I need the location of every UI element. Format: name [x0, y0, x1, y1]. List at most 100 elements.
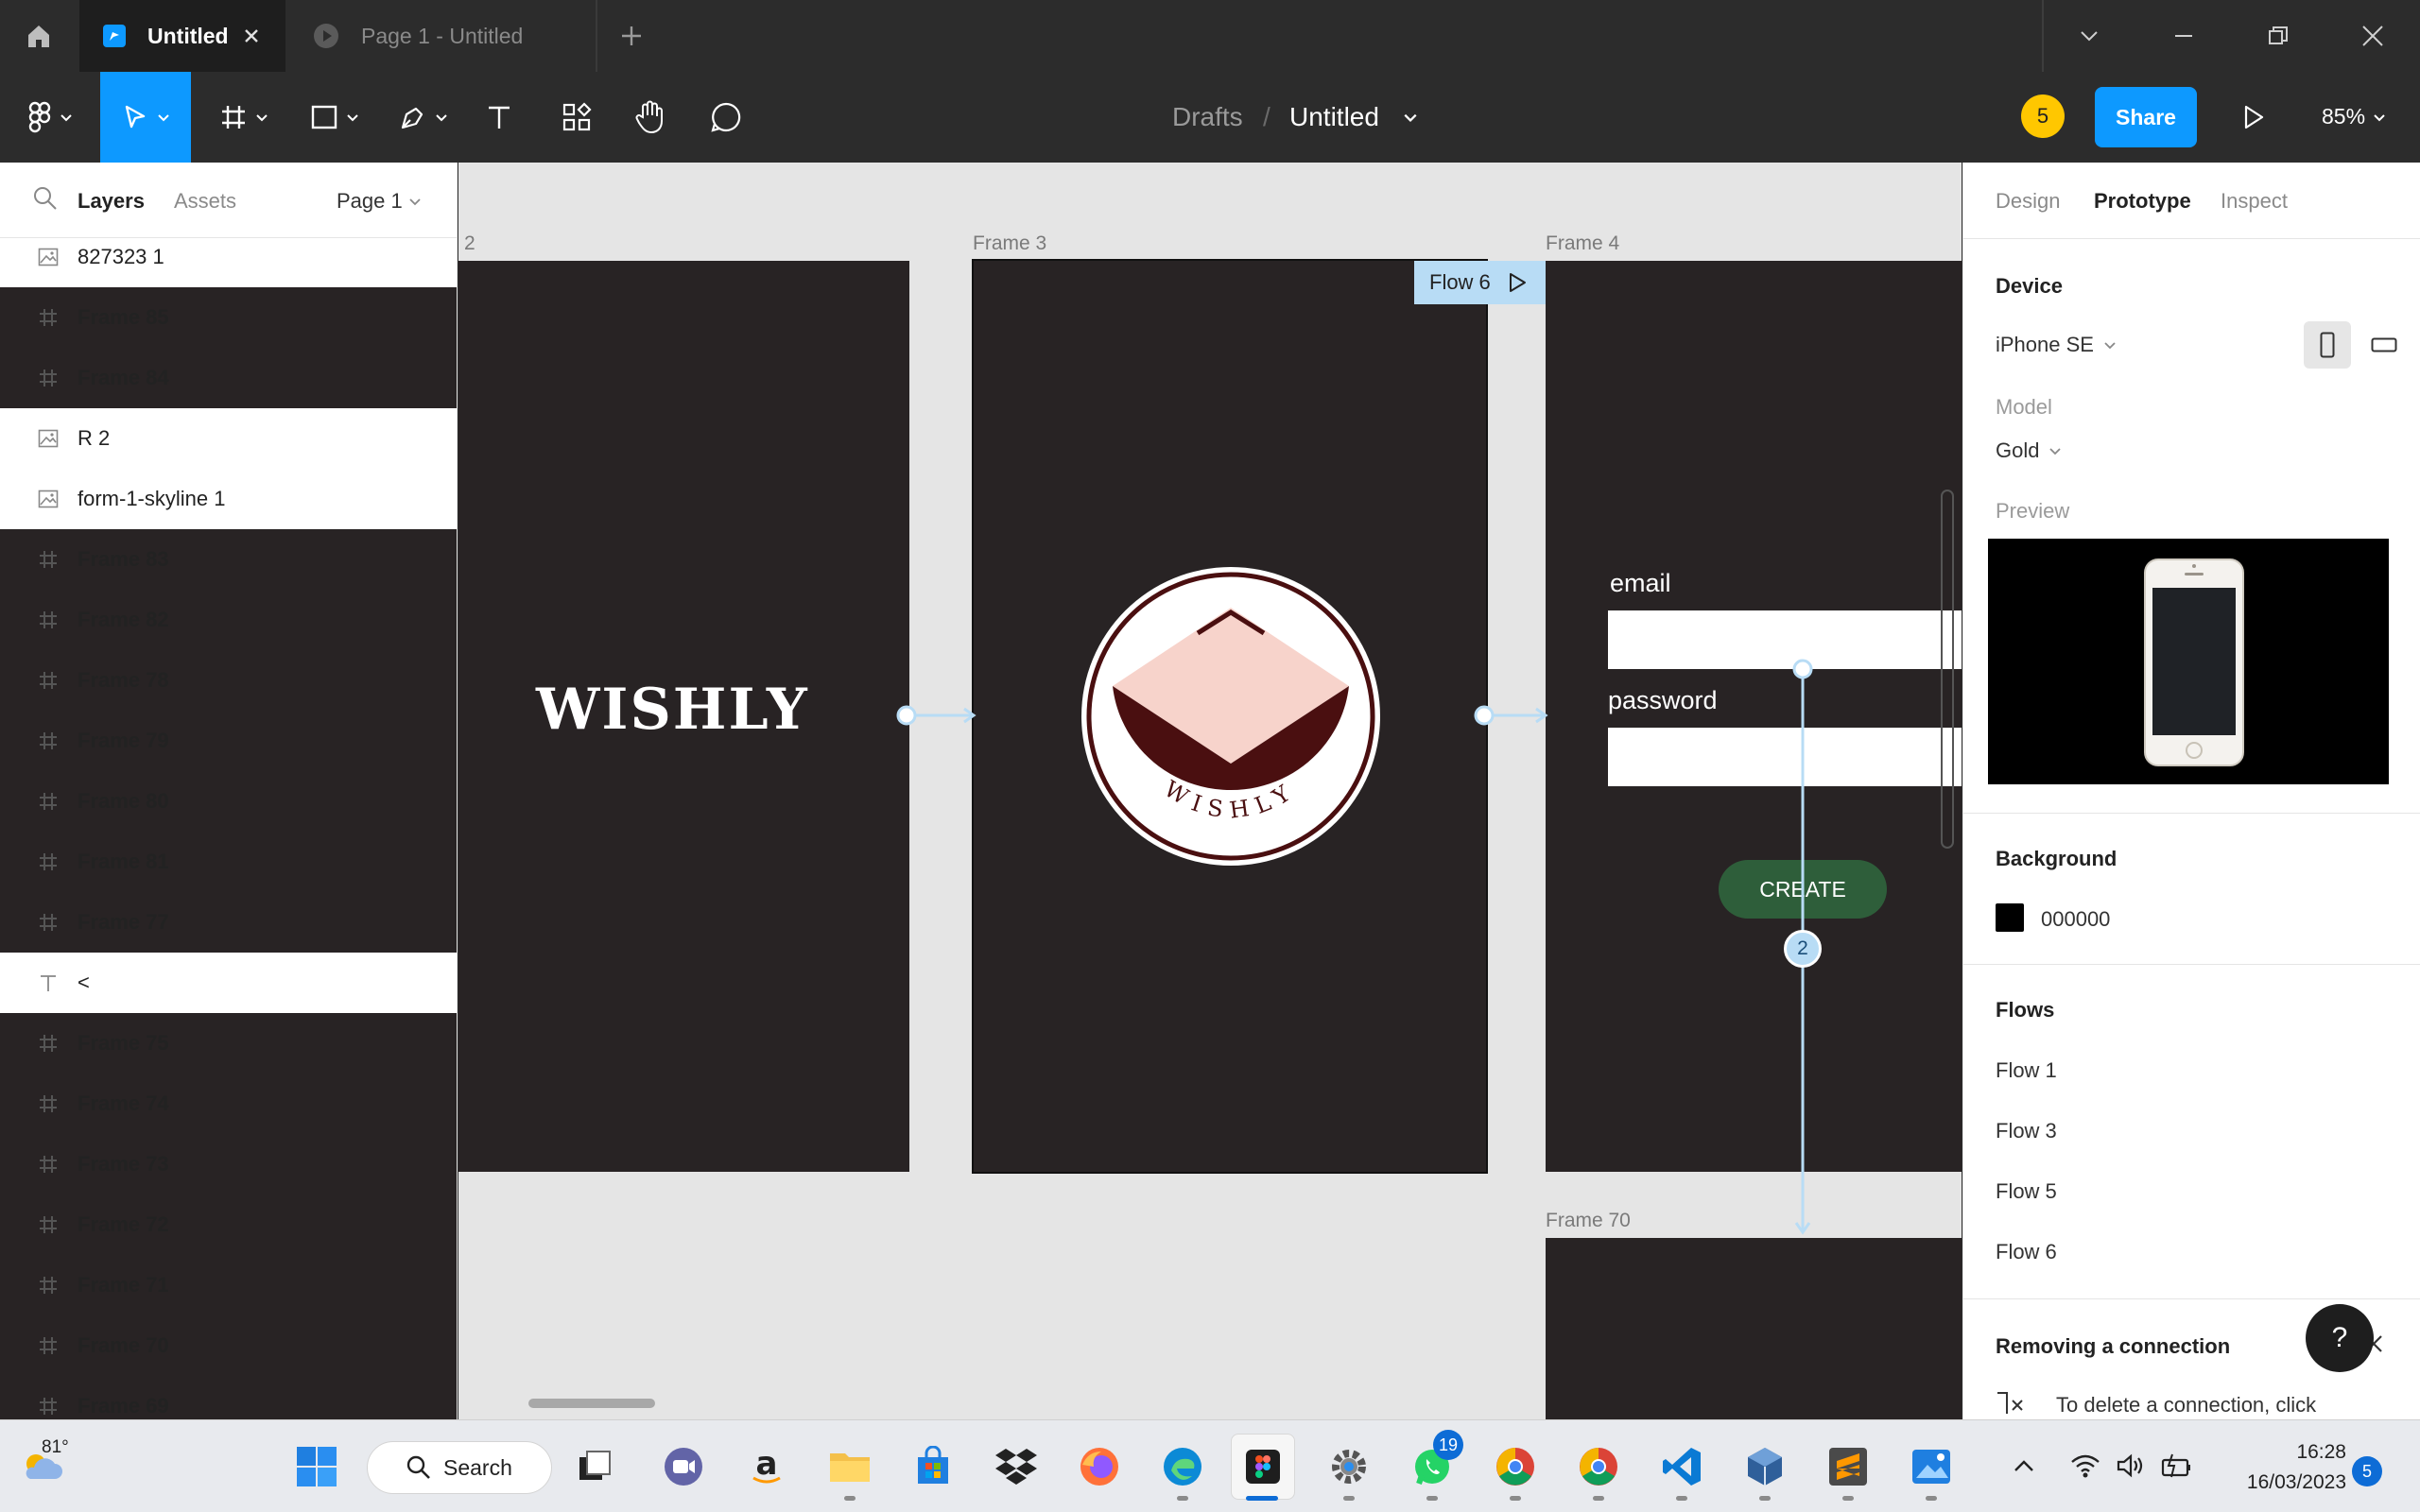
resources-tool-button[interactable] — [554, 72, 599, 163]
layer-item[interactable]: Frame 75 — [0, 1013, 457, 1074]
firefox-app[interactable] — [1076, 1443, 1123, 1490]
task-view-button[interactable] — [571, 1443, 618, 1490]
canvas-scrollbar[interactable] — [528, 1399, 655, 1408]
collaborator-avatar[interactable]: 5 — [2021, 94, 2065, 138]
vscode-app[interactable] — [1658, 1443, 1705, 1490]
model-select[interactable]: Gold — [1996, 438, 2062, 463]
sublime-app[interactable] — [1824, 1443, 1872, 1490]
search-icon[interactable] — [32, 185, 59, 212]
connection-count-badge[interactable]: 2 — [1784, 930, 1822, 968]
hand-icon — [635, 100, 663, 134]
file-explorer-app[interactable] — [826, 1443, 873, 1490]
design-canvas[interactable]: 2 Frame 3 Frame 4 Frame 70 WISHLY WISHLY… — [458, 163, 1962, 1419]
zoom-control[interactable]: 85% — [2322, 104, 2386, 129]
layer-item[interactable]: Frame 74 — [0, 1074, 457, 1134]
tab-layers[interactable]: Layers — [78, 189, 145, 214]
layer-item[interactable]: Frame 71 — [0, 1255, 457, 1315]
chevron-down-icon — [2081, 31, 2098, 42]
layer-name: R 2 — [78, 426, 111, 450]
move-tool-button[interactable] — [100, 72, 191, 163]
layer-item[interactable]: Frame 78 — [0, 650, 457, 711]
layer-item[interactable]: Frame 80 — [0, 771, 457, 832]
layer-item[interactable]: Frame 72 — [0, 1194, 457, 1255]
close-window-button[interactable] — [2325, 0, 2420, 72]
virtualbox-app[interactable] — [1741, 1443, 1789, 1490]
photos-app[interactable] — [1908, 1443, 1955, 1490]
figma-app[interactable] — [1239, 1443, 1287, 1490]
connection-origin[interactable] — [1474, 705, 1495, 726]
file-name[interactable]: Untitled — [1289, 72, 1379, 163]
layer-item[interactable]: Frame 84 — [0, 348, 457, 408]
show-hidden-icons-button[interactable] — [2012, 1454, 2036, 1479]
layer-item[interactable]: Frame 70 — [0, 1315, 457, 1376]
settings-app[interactable] — [1325, 1443, 1373, 1490]
connection-origin[interactable] — [1792, 659, 1813, 679]
start-button[interactable] — [293, 1443, 340, 1490]
layer-item[interactable]: Frame 81 — [0, 832, 457, 892]
clock-time[interactable]: 16:28 — [2233, 1441, 2346, 1464]
hand-tool-button[interactable] — [628, 72, 673, 163]
flow-item[interactable]: Flow 1 — [1996, 1058, 2057, 1083]
tab-assets[interactable]: Assets — [174, 189, 236, 214]
tab-prototype[interactable]: Prototype — [2094, 189, 2191, 214]
layer-item[interactable]: Frame 82 — [0, 590, 457, 650]
pen-tool-button[interactable] — [389, 72, 458, 163]
tab-untitled[interactable]: Untitled — [79, 0, 285, 72]
layer-item[interactable]: 827323 1 — [0, 227, 457, 287]
notification-center-badge[interactable]: 5 — [2352, 1456, 2382, 1486]
new-tab-button[interactable] — [614, 19, 648, 53]
clock-date[interactable]: 16/03/2023 — [2214, 1471, 2346, 1494]
amazon-app[interactable]: a — [743, 1443, 790, 1490]
help-button[interactable]: ? — [2306, 1304, 2374, 1372]
volume-control[interactable] — [2116, 1452, 2146, 1479]
comment-tool-button[interactable] — [703, 72, 749, 163]
restore-button[interactable] — [2231, 0, 2325, 72]
background-color-swatch[interactable] — [1996, 903, 2024, 932]
teams-chat-app[interactable] — [660, 1443, 707, 1490]
chrome-profile-app[interactable] — [1492, 1443, 1539, 1490]
device-select[interactable]: iPhone SE — [1996, 333, 2117, 357]
tab-page-1[interactable]: Page 1 - Untitled — [289, 0, 597, 72]
layer-item[interactable]: form-1-skyline 1 — [0, 469, 457, 529]
layer-name: Frame 69 — [78, 1394, 169, 1418]
flow-item[interactable]: Flow 5 — [1996, 1179, 2057, 1204]
text-tool-button[interactable] — [476, 72, 522, 163]
portrait-toggle[interactable] — [2304, 321, 2351, 369]
layer-item[interactable]: R 2 — [0, 408, 457, 469]
flow-item[interactable]: Flow 6 — [1996, 1240, 2057, 1264]
network-status[interactable] — [2070, 1452, 2100, 1479]
tabs-dropdown-button[interactable] — [2042, 0, 2136, 72]
landscape-toggle[interactable] — [2360, 321, 2408, 369]
taskbar-search[interactable]: Search — [367, 1441, 552, 1494]
file-menu-chevron[interactable] — [1403, 72, 1418, 163]
connection-origin[interactable] — [896, 705, 917, 726]
minimize-button[interactable] — [2136, 0, 2231, 72]
tab-design[interactable]: Design — [1996, 189, 2060, 214]
share-button[interactable]: Share — [2095, 87, 2197, 147]
dropbox-app[interactable] — [993, 1443, 1040, 1490]
close-icon — [2362, 26, 2383, 46]
layer-item[interactable]: Frame 73 — [0, 1134, 457, 1194]
close-tab-icon[interactable] — [238, 23, 265, 49]
layer-item[interactable]: Frame 83 — [0, 529, 457, 590]
present-button[interactable] — [2231, 94, 2276, 140]
layer-item[interactable]: < — [0, 953, 457, 1013]
title-bar: Untitled Page 1 - Untitled — [0, 0, 2420, 72]
shape-tool-button[interactable] — [301, 72, 369, 163]
breadcrumb-drafts[interactable]: Drafts — [1172, 72, 1243, 163]
flow-item[interactable]: Flow 3 — [1996, 1119, 2057, 1143]
background-color-value[interactable]: 000000 — [2041, 907, 2110, 932]
main-menu-button[interactable] — [15, 72, 85, 163]
frame-tool-button[interactable] — [210, 72, 278, 163]
layer-item[interactable]: Frame 85 — [0, 287, 457, 348]
home-button[interactable] — [0, 0, 78, 72]
layer-item[interactable]: Frame 79 — [0, 711, 457, 771]
layer-item[interactable]: Frame 69 — [0, 1376, 457, 1419]
layer-item[interactable]: Frame 77 — [0, 892, 457, 953]
page-selector[interactable]: Page 1 — [337, 189, 403, 214]
tab-inspect[interactable]: Inspect — [2221, 189, 2288, 214]
microsoft-store-app[interactable] — [909, 1443, 957, 1490]
chrome-app[interactable] — [1575, 1443, 1622, 1490]
battery-status[interactable] — [2159, 1452, 2193, 1479]
edge-app[interactable] — [1159, 1443, 1206, 1490]
